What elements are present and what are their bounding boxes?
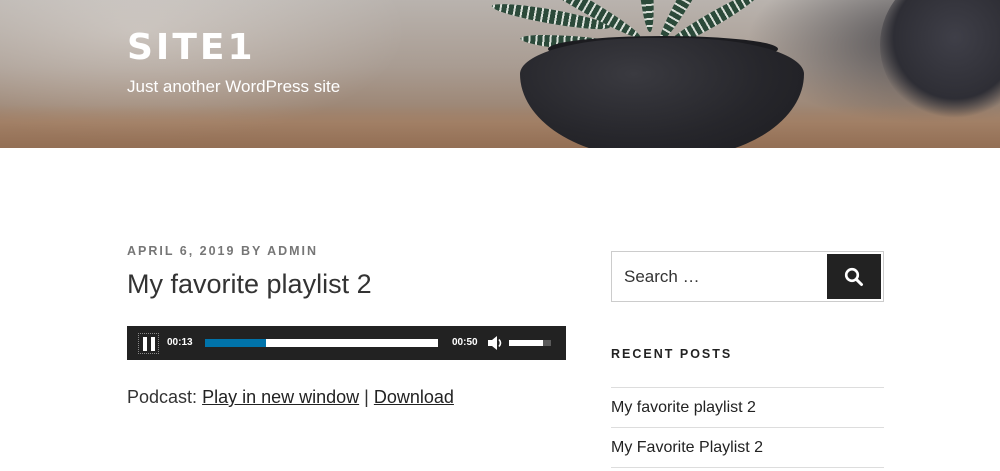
audio-current-time: 00:13 [167,337,193,348]
site-header: SITE1 Just another WordPress site [0,0,1000,148]
podcast-links: Podcast: Play in new window | Download [127,387,454,408]
audio-player: 00:13 00:50 [127,326,566,360]
podcast-label: Podcast: [127,387,198,407]
download-link[interactable]: Download [374,387,454,407]
audio-progress-bar[interactable] [205,339,438,347]
post-meta: APRIL 6, 2019 BY ADMIN [127,244,567,258]
search-form [611,251,884,302]
site-description: Just another WordPress site [127,77,341,96]
pause-icon-bar-left [142,336,147,351]
search-input[interactable] [612,252,826,301]
post-by-label: BY [240,244,263,258]
volume-slider[interactable] [509,340,551,346]
header-image-bokeh [880,0,1000,120]
header-image-table [0,105,1000,148]
volume-slider-fill [509,340,543,346]
post-article: APRIL 6, 2019 BY ADMIN My favorite playl… [127,244,567,407]
post-date-link[interactable]: APRIL 6, 2019 [127,244,235,258]
recent-posts-title: RECENT POSTS [611,347,733,361]
recent-post-link[interactable]: My Favorite Playlist 2 [611,439,763,457]
site-title-link[interactable]: SITE1 [127,28,340,68]
volume-icon[interactable] [486,334,504,352]
audio-duration: 00:50 [452,337,478,348]
site-branding: SITE1 Just another WordPress site [127,28,340,97]
list-item: My favorite playlist 2 [611,388,884,428]
post-author-link[interactable]: ADMIN [267,244,318,258]
play-in-new-window-link[interactable]: Play in new window [202,387,359,407]
recent-post-link[interactable]: My favorite playlist 2 [611,399,756,417]
search-icon [844,267,863,286]
audio-progress-fill [205,339,266,347]
recent-posts-list: My favorite playlist 2 My Favorite Playl… [611,387,884,468]
pause-icon-bar-right [150,336,155,351]
sidebar: RECENT POSTS My favorite playlist 2 My F… [611,251,884,468]
search-button[interactable] [827,254,881,299]
list-item: My Favorite Playlist 2 [611,428,884,468]
podcast-separator: | [364,387,369,407]
post-title: My favorite playlist 2 [127,269,372,299]
pause-button[interactable] [138,333,159,354]
